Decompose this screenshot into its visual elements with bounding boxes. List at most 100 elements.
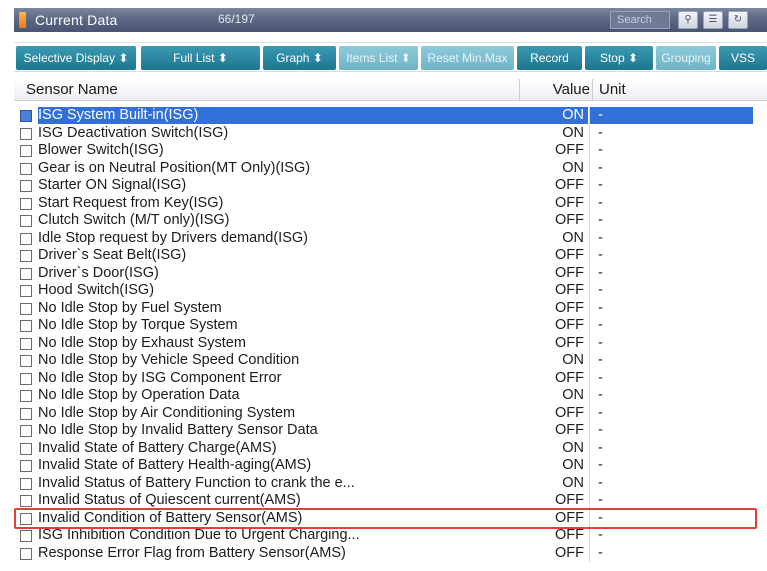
table-row[interactable]: No Idle Stop by Fuel System OFF -	[14, 299, 767, 318]
row-checkbox[interactable]	[20, 372, 32, 385]
header-value[interactable]: Value	[524, 81, 590, 98]
table-row[interactable]: ISG System Built-in(ISG) ON -	[14, 107, 767, 125]
sensor-name: ISG Inhibition Condition Due to Urgent C…	[38, 527, 360, 543]
sensor-value: ON	[562, 229, 584, 246]
table-row[interactable]: No Idle Stop by Operation Data ON -	[14, 387, 767, 405]
table-row[interactable]: Gear is on Neutral Position(MT Only)(ISG…	[14, 159, 767, 178]
row-checkbox[interactable]	[20, 460, 32, 472]
sensor-unit: -	[598, 229, 603, 246]
search-input[interactable]: Search	[610, 11, 670, 29]
sensor-unit: -	[598, 404, 603, 421]
table-row[interactable]: Driver`s Seat Belt(ISG) OFF -	[14, 247, 767, 265]
sensor-unit: -	[598, 369, 603, 386]
stop-button[interactable]: Stop ⬍	[585, 46, 653, 70]
sensor-name: Blower Switch(ISG)	[38, 142, 164, 158]
graph-button[interactable]: Graph ⬍	[263, 46, 336, 70]
table-row[interactable]: Response Error Flag from Battery Sensor(…	[14, 544, 767, 563]
sensor-value: ON	[562, 457, 584, 473]
row-checkbox[interactable]	[20, 530, 32, 542]
row-checkbox[interactable]	[20, 145, 32, 157]
sensor-name: Driver`s Seat Belt(ISG)	[38, 247, 187, 263]
sensor-value: OFF	[555, 492, 584, 508]
row-checkbox[interactable]	[20, 355, 32, 367]
sensor-value: OFF	[555, 282, 584, 298]
header-unit[interactable]: Unit	[599, 81, 626, 98]
row-checkbox[interactable]	[20, 110, 32, 122]
sensor-name: ISG Deactivation Switch(ISG)	[38, 124, 229, 141]
table-row[interactable]: No Idle Stop by Exhaust System OFF -	[14, 334, 767, 353]
record-button[interactable]: Record	[517, 46, 582, 70]
row-checkbox[interactable]	[20, 477, 32, 490]
sensor-name: Response Error Flag from Battery Sensor(…	[38, 544, 346, 561]
reset-minmax-button[interactable]: Reset Min.Max	[421, 46, 514, 70]
sensor-unit: -	[598, 387, 603, 403]
row-checkbox[interactable]	[20, 302, 32, 315]
grouping-button[interactable]: Grouping	[656, 46, 716, 70]
table-row[interactable]: No Idle Stop by Vehicle Speed Condition O…	[14, 352, 767, 370]
row-checkbox[interactable]	[20, 250, 32, 262]
row-checkbox[interactable]	[20, 320, 32, 332]
items-list-button[interactable]: Items List ⬍	[339, 46, 418, 70]
header-sensor-name[interactable]: Sensor Name	[26, 81, 118, 98]
selective-display-button[interactable]: Selective Display ⬍	[16, 46, 136, 70]
row-checkbox[interactable]	[20, 232, 32, 245]
table-row[interactable]: Invalid State of Battery Charge(AMS) ON -	[14, 439, 767, 458]
sensor-name: Invalid State of Battery Health-aging(AM…	[38, 457, 312, 473]
sensor-unit: -	[598, 492, 603, 508]
row-checkbox[interactable]	[20, 267, 32, 280]
retrieve-icon[interactable]: ↻	[728, 11, 748, 29]
sensor-name: ISG System Built-in(ISG)	[38, 107, 535, 124]
table-row[interactable]: Invalid Status of Quiescent current(AMS)…	[14, 492, 767, 510]
row-checkbox[interactable]	[20, 547, 32, 560]
row-checkbox[interactable]	[20, 127, 32, 140]
sensor-value: OFF	[555, 334, 584, 351]
table-row[interactable]: No Idle Stop by ISG Component Error OFF -	[14, 369, 767, 388]
table-row[interactable]: Blower Switch(ISG) OFF -	[14, 142, 767, 160]
table-row[interactable]: No Idle Stop by Invalid Battery Sensor D…	[14, 422, 767, 440]
table-row[interactable]: Invalid Status of Battery Function to cr…	[14, 474, 767, 493]
table-row[interactable]: No Idle Stop by Air Conditioning System O…	[14, 404, 767, 423]
sensor-name: Hood Switch(ISG)	[38, 282, 155, 298]
row-checkbox[interactable]	[20, 442, 32, 455]
column-divider	[519, 79, 520, 101]
sensor-name: Start Request from Key(ISG)	[38, 194, 224, 211]
sensor-name: Idle Stop request by Drivers demand(ISG)	[38, 229, 308, 246]
row-checkbox[interactable]	[20, 425, 32, 437]
row-checkbox[interactable]	[20, 285, 32, 297]
row-checkbox[interactable]	[20, 337, 32, 350]
sensor-value: OFF	[555, 142, 584, 158]
column-divider	[592, 79, 593, 101]
table-row[interactable]: Clutch Switch (M/T only)(ISG) OFF -	[14, 212, 767, 230]
table-row[interactable]: Hood Switch(ISG) OFF -	[14, 282, 767, 300]
sensor-name: No Idle Stop by Exhaust System	[38, 334, 246, 351]
search-icon[interactable]: ⚲	[678, 11, 698, 29]
sensor-value: OFF	[555, 369, 584, 386]
table-row[interactable]: Starter ON Signal(ISG) OFF -	[14, 177, 767, 195]
table-row[interactable]: ISG Inhibition Condition Due to Urgent C…	[14, 527, 767, 545]
row-checkbox[interactable]	[20, 197, 32, 210]
table-row[interactable]: Driver`s Door(ISG) OFF -	[14, 264, 767, 283]
sensor-unit: -	[598, 142, 603, 158]
sensor-name: No Idle Stop by Air Conditioning System	[38, 404, 296, 421]
table-row[interactable]: Start Request from Key(ISG) OFF -	[14, 194, 767, 213]
row-checkbox[interactable]	[20, 180, 32, 192]
table-row[interactable]: Invalid State of Battery Health-aging(AM…	[14, 457, 767, 475]
row-checkbox[interactable]	[20, 215, 32, 227]
table-row[interactable]: ISG Deactivation Switch(ISG) ON -	[14, 124, 767, 143]
vss-button[interactable]: VSS	[719, 46, 767, 70]
row-checkbox[interactable]	[20, 495, 32, 507]
sensor-unit: -	[598, 527, 603, 543]
table-row[interactable]: Idle Stop request by Drivers demand(ISG)…	[14, 229, 767, 248]
sensor-value: OFF	[555, 212, 584, 228]
sensor-name: No Idle Stop by Operation Data	[38, 387, 240, 403]
row-checkbox[interactable]	[20, 407, 32, 420]
sensor-unit: -	[598, 317, 603, 333]
table-header: Sensor Name Value Unit	[14, 79, 767, 101]
row-checkbox[interactable]	[20, 162, 32, 175]
list-view-icon[interactable]: ☰	[703, 11, 723, 29]
table-row[interactable]: No Idle Stop by Torque System OFF -	[14, 317, 767, 335]
row-checkbox[interactable]	[20, 390, 32, 402]
full-list-button[interactable]: Full List ⬍	[141, 46, 260, 70]
sensor-unit: -	[598, 212, 603, 228]
sensor-unit: -	[598, 177, 603, 193]
